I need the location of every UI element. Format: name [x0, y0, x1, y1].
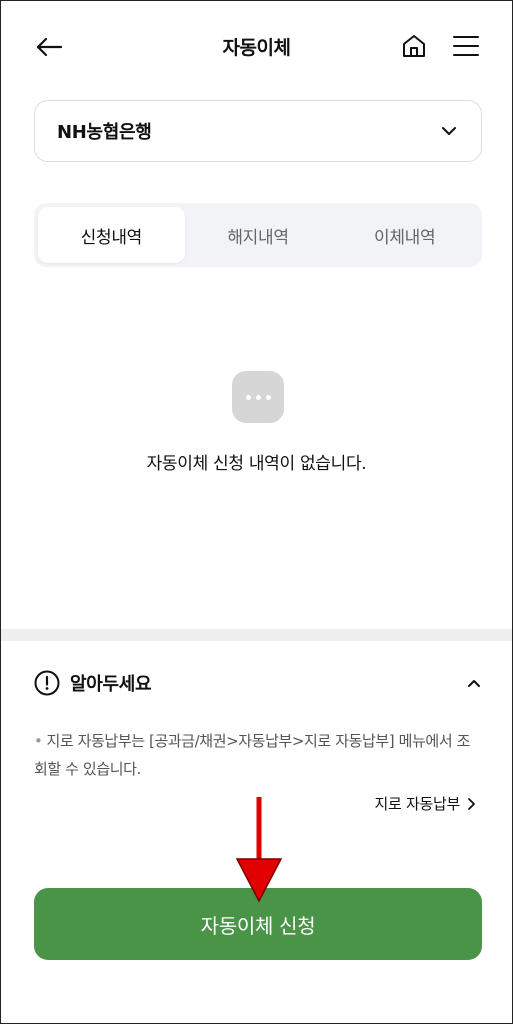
red-arrow-annotation: [235, 797, 283, 903]
exclamation-circle-icon: [34, 670, 60, 696]
notice-header[interactable]: 알아두세요: [34, 665, 482, 701]
notice-text: • 지로 자동납부는 [공과금/채권>자동납부>지로 자동납부] 메뉴에서 조회할…: [34, 727, 482, 783]
tab-cancellation-history[interactable]: 해지내역: [185, 207, 332, 263]
chevron-up-icon: [468, 680, 480, 687]
hamburger-menu-icon: [453, 36, 479, 56]
tab-application-history[interactable]: 신청내역: [38, 207, 185, 263]
section-divider: [1, 629, 512, 641]
tab-transfer-history[interactable]: 이체내역: [331, 207, 478, 263]
giro-autopay-link[interactable]: 지로 자동납부: [375, 793, 476, 814]
giro-autopay-link-label: 지로 자동납부: [374, 795, 461, 813]
empty-state-message: 자동이체 신청 내역이 없습니다.: [146, 454, 367, 474]
app-screen: 자동이체 NH농협은행 신청내역 해지내역 이체내역 자동이체 신청 내역이 없…: [0, 0, 513, 1024]
menu-button[interactable]: [449, 29, 483, 63]
notice-content: 지로 자동납부는 [공과금/채권>자동납부>지로 자동납부] 메뉴에서 조회할 …: [34, 732, 470, 778]
notice-bullet: •: [34, 732, 43, 750]
bank-select[interactable]: NH농협은행: [34, 100, 482, 162]
chevron-down-icon: [439, 121, 459, 141]
history-tabs: 신청내역 해지내역 이체내역: [34, 203, 482, 267]
bank-select-value: NH농협은행: [57, 122, 152, 143]
header: 자동이체: [1, 1, 512, 93]
home-button[interactable]: [397, 29, 431, 63]
chevron-right-icon: [468, 797, 475, 810]
home-icon: [403, 35, 425, 57]
notice-title: 알아두세요: [70, 674, 152, 695]
more-dots-icon: [232, 371, 284, 423]
page-title: 자동이체: [222, 37, 291, 59]
